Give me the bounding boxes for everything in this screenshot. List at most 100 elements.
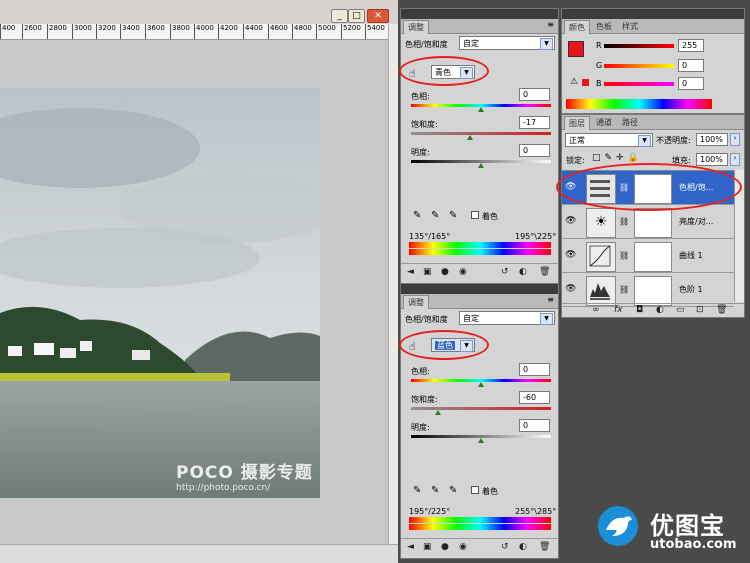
colorize-checkbox[interactable] (471, 486, 479, 494)
fill-input[interactable]: 100% (696, 153, 728, 166)
trash-icon[interactable]: 🗑 (716, 305, 727, 316)
eye-icon[interactable]: 👁 (565, 250, 576, 260)
layer-mask-thumbnail[interactable] (634, 242, 672, 272)
opacity-arrow-icon[interactable]: › (730, 133, 740, 146)
clip-layer-icon[interactable]: ▣ (423, 267, 432, 278)
hue-slider-thumb[interactable] (478, 382, 484, 387)
group-icon[interactable]: ▭ (676, 305, 685, 316)
saturation-input[interactable]: -17 (519, 116, 550, 129)
eyedropper-minus-icon[interactable]: ✎ (449, 210, 457, 221)
adjustment-icon[interactable]: ◐ (656, 305, 664, 316)
layer-row[interactable]: 👁 ⛓ 曲线 1 (562, 239, 734, 273)
eye-icon[interactable]: 👁 (565, 216, 576, 226)
horizontal-scrollbar[interactable] (0, 544, 398, 563)
reset-icon[interactable]: ↺ (501, 542, 509, 553)
hue-slider-thumb[interactable] (478, 107, 484, 112)
ruler-tick: 2800 (47, 24, 73, 39)
eyedropper-icon[interactable]: ✎ (413, 210, 421, 221)
refresh-icon[interactable]: ◐ (519, 267, 527, 278)
layer-row[interactable]: 👁 ⛓ 色阶 1 (562, 273, 734, 307)
eyedropper-icon[interactable]: ✎ (413, 485, 421, 496)
visibility-icon[interactable]: ● (441, 542, 449, 553)
preset-select[interactable]: 自定 ▼ (459, 311, 555, 325)
saturation-slider-track[interactable] (411, 132, 551, 135)
view-previous-icon[interactable]: ◉ (459, 267, 467, 278)
eyedropper-minus-icon[interactable]: ✎ (449, 485, 457, 496)
hue-input[interactable]: 0 (519, 363, 550, 376)
chain-icon[interactable]: ⛓ (619, 217, 629, 226)
saturation-slider-thumb[interactable] (435, 410, 441, 415)
ruler-tick: 5200 (341, 24, 367, 39)
link-icon[interactable]: ∞ (592, 305, 600, 316)
close-button[interactable]: ✕ (367, 9, 389, 23)
chain-icon[interactable]: ⛓ (619, 251, 629, 260)
clip-layer-icon[interactable]: ▣ (423, 542, 432, 553)
eye-icon[interactable]: 👁 (565, 284, 576, 294)
g-slider[interactable] (604, 64, 674, 68)
fill-arrow-icon[interactable]: › (730, 153, 740, 166)
b-slider[interactable] (604, 82, 674, 86)
saturation-input[interactable]: -60 (519, 391, 550, 404)
trash-icon[interactable]: 🗑 (539, 267, 550, 278)
tab-color[interactable]: 颜色 (564, 20, 590, 34)
back-arrow-icon[interactable]: ◄ (407, 267, 414, 278)
panel-grip[interactable] (401, 9, 558, 19)
layer-name[interactable]: 色阶 1 (679, 284, 703, 295)
hue-input[interactable]: 0 (519, 88, 550, 101)
tab-paths[interactable]: 路径 (618, 116, 642, 129)
panel-grip[interactable] (562, 9, 744, 19)
opacity-input[interactable]: 100% (696, 133, 728, 146)
g-input[interactable]: 0 (678, 59, 704, 72)
vertical-scrollbar[interactable] (388, 24, 398, 544)
lock-icons[interactable]: □✎✛🔒 (592, 153, 643, 163)
tab-swatches[interactable]: 色板 (592, 20, 616, 33)
range-bar-bottom[interactable] (409, 524, 551, 530)
chain-icon[interactable]: ⛓ (619, 285, 629, 294)
reset-icon[interactable]: ↺ (501, 267, 509, 278)
panel-menu-icon[interactable]: ≡ (547, 20, 554, 29)
r-input[interactable]: 255 (678, 39, 704, 52)
layer-name[interactable]: 亮度/对... (679, 216, 713, 227)
preset-select[interactable]: 自定 ▼ (459, 36, 555, 50)
range-left-value: 195°/225° (409, 507, 451, 516)
lightness-input[interactable]: 0 (519, 144, 550, 157)
refresh-icon[interactable]: ◐ (519, 542, 527, 553)
panel-menu-icon[interactable]: ≡ (547, 295, 554, 304)
lightness-slider-thumb[interactable] (478, 163, 484, 168)
blend-mode-select[interactable]: 正常 ▼ (565, 133, 653, 147)
r-slider[interactable] (604, 44, 674, 48)
eyedropper-plus-icon[interactable]: ✎ (431, 210, 439, 221)
tab-styles[interactable]: 样式 (618, 20, 642, 33)
warning-icon[interactable]: ⚠ (570, 77, 578, 87)
eyedropper-plus-icon[interactable]: ✎ (431, 485, 439, 496)
trash-icon[interactable]: 🗑 (539, 542, 550, 553)
panel-grip[interactable] (401, 284, 558, 294)
range-bar-top[interactable] (409, 242, 551, 248)
mask-icon[interactable]: ◘ (636, 305, 643, 316)
spectrum-bar[interactable] (566, 99, 712, 109)
saturation-slider-track[interactable] (411, 407, 551, 410)
back-arrow-icon[interactable]: ◄ (407, 542, 414, 553)
view-previous-icon[interactable]: ◉ (459, 542, 467, 553)
new-layer-icon[interactable]: ⊡ (696, 305, 704, 316)
saturation-slider-thumb[interactable] (467, 135, 473, 140)
foreground-swatch[interactable] (568, 41, 584, 57)
fx-icon[interactable]: fx (614, 305, 623, 316)
layer-mask-thumbnail[interactable] (634, 208, 672, 238)
tab-layers[interactable]: 图层 (564, 116, 590, 130)
layer-mask-thumbnail[interactable] (634, 276, 672, 306)
minimize-button[interactable]: _ (331, 9, 348, 23)
range-bar-bottom[interactable] (409, 249, 551, 255)
b-input[interactable]: 0 (678, 77, 704, 90)
tab-adjustments[interactable]: 调整 (403, 295, 429, 309)
gamut-swatch[interactable] (582, 79, 589, 86)
tab-adjustments[interactable]: 调整 (403, 20, 429, 34)
lightness-input[interactable]: 0 (519, 419, 550, 432)
lightness-slider-thumb[interactable] (478, 438, 484, 443)
visibility-icon[interactable]: ● (441, 267, 449, 278)
tab-channels[interactable]: 通道 (592, 116, 616, 129)
range-bar-top[interactable] (409, 517, 551, 523)
maximize-button[interactable]: □ (348, 9, 365, 23)
layer-name[interactable]: 曲线 1 (679, 250, 703, 261)
colorize-checkbox[interactable] (471, 211, 479, 219)
